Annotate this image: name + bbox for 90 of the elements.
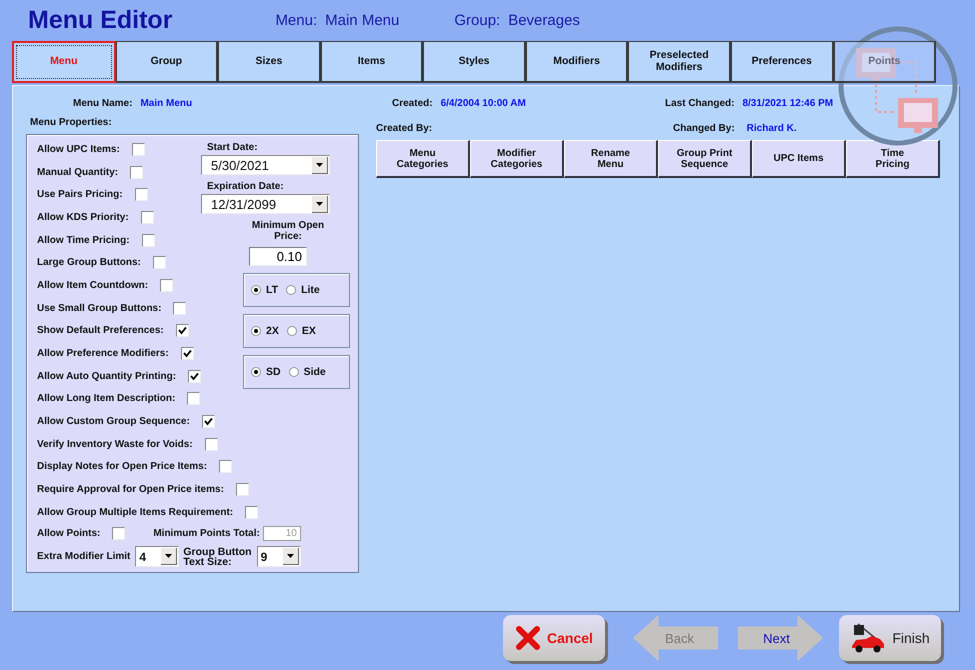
- price-field[interactable]: 0.10: [249, 247, 307, 266]
- radio-button[interactable]: 2X: [251, 325, 279, 337]
- option-label: Manual Quantity:: [37, 166, 118, 178]
- size-dropdown[interactable]: 9: [256, 546, 301, 568]
- checkbox[interactable]: [173, 302, 186, 315]
- checkbox[interactable]: [187, 392, 200, 406]
- action-button[interactable]: Modifier Categories: [470, 140, 564, 178]
- date-dropdown[interactable]: 12/31/2099: [201, 194, 330, 214]
- caret-icon: [316, 162, 323, 166]
- section-title: Menu Properties:: [30, 117, 113, 129]
- checkbox[interactable]: [160, 278, 174, 292]
- group-value: Beverages: [508, 12, 580, 29]
- limit-dropdown[interactable]: 4: [135, 546, 180, 568]
- option-label: Show Default Preferences:: [37, 325, 164, 336]
- field-value: 8/31/2021 12:46 PM: [742, 98, 834, 109]
- caret-icon: [316, 202, 323, 206]
- checkbox[interactable]: [188, 370, 202, 383]
- option-label: Allow Auto Quantity Printing:: [37, 370, 176, 382]
- field-label: Expiration Date:: [207, 181, 284, 192]
- finish-button[interactable]: Finish: [839, 615, 941, 661]
- field-label: Created:: [392, 98, 433, 109]
- option-label: Allow Group Multiple Items Requirement:: [37, 506, 234, 518]
- x-icon: [515, 626, 542, 650]
- action-button[interactable]: Menu Categories: [376, 140, 470, 178]
- caret-icon: [286, 554, 294, 558]
- option-label: Allow KDS Priority:: [37, 212, 129, 223]
- option-label: Display Notes for Open Price Items:: [37, 461, 208, 472]
- tab[interactable]: Group: [116, 41, 218, 83]
- tab[interactable]: Preferences: [730, 41, 834, 83]
- field-value: Richard K.: [746, 123, 797, 134]
- field-value: 6/4/2004 10:00 AM: [440, 98, 526, 109]
- checkbox[interactable]: [245, 506, 258, 519]
- checkbox[interactable]: [180, 347, 194, 360]
- option-label: Allow Item Countdown:: [37, 280, 148, 291]
- field-label: Group Button Text Size:: [183, 546, 252, 567]
- radio-button[interactable]: LT: [251, 284, 278, 296]
- checkbox[interactable]: [202, 415, 215, 428]
- option-label: Allow Preference Modifiers:: [37, 348, 169, 360]
- checkbox[interactable]: [132, 142, 145, 156]
- action-button[interactable]: Time Pricing: [846, 140, 940, 178]
- checkbox[interactable]: [176, 324, 189, 338]
- next-button[interactable]: Next: [738, 615, 823, 661]
- tab[interactable]: Preselected Modifiers: [628, 41, 731, 83]
- menu-label: Menu:: [275, 12, 318, 29]
- action-button[interactable]: UPC Items: [752, 140, 846, 178]
- option-label: Allow Long Item Description:: [37, 393, 176, 404]
- checkbox[interactable]: [204, 438, 218, 451]
- radio-button[interactable]: Side: [288, 366, 326, 378]
- option-label: Allow Custom Group Sequence:: [37, 416, 190, 428]
- field-label: Changed By:: [673, 123, 735, 134]
- checkbox[interactable]: [152, 256, 166, 270]
- option-label: Allow UPC Items:: [37, 144, 120, 155]
- race-car-icon: [850, 622, 886, 654]
- option-label: Large Group Buttons:: [37, 257, 141, 268]
- field-label: Last Changed:: [665, 98, 734, 109]
- option-label: Require Approval for Open Price items:: [37, 484, 224, 496]
- field-label: Start Date:: [207, 142, 258, 153]
- checkbox[interactable]: [134, 188, 148, 202]
- checkbox[interactable]: [142, 234, 155, 247]
- checkbox[interactable]: [112, 527, 126, 540]
- tab[interactable]: Sizes: [218, 41, 321, 83]
- date-dropdown[interactable]: 5/30/2021: [201, 155, 330, 175]
- tab[interactable]: Styles: [423, 41, 526, 83]
- option-label: Allow Time Pricing:: [37, 234, 130, 246]
- option-label: Verify Inventory Waste for Voids:: [37, 438, 193, 450]
- field-label: Created By:: [376, 123, 434, 134]
- radio-button[interactable]: SD: [251, 366, 281, 378]
- option-label: Allow Points:: [37, 528, 100, 540]
- field-value: Main Menu: [140, 98, 192, 109]
- checkbox[interactable]: [219, 460, 232, 474]
- menu-value: Main Menu: [325, 12, 400, 29]
- option-label: Use Pairs Pricing:: [37, 189, 123, 200]
- tab[interactable]: Modifiers: [526, 41, 628, 83]
- tab[interactable]: Items: [320, 41, 424, 83]
- radio-button[interactable]: EX: [286, 325, 316, 337]
- action-button[interactable]: Rename Menu: [564, 140, 658, 178]
- remote-connection-icon: [836, 24, 960, 148]
- field-label: Minimum Open Price:: [250, 220, 326, 242]
- caret-icon: [165, 554, 172, 558]
- checkbox[interactable]: [140, 210, 154, 224]
- field-label: Menu Name:: [73, 98, 132, 109]
- field-label: Minimum Points Total:: [153, 528, 260, 540]
- checkbox[interactable]: [130, 166, 144, 179]
- field-label: Extra Modifier Limit: [37, 551, 130, 562]
- radio-button[interactable]: Lite: [286, 284, 320, 296]
- option-label: Use Small Group Buttons:: [37, 302, 162, 314]
- group-label: Group:: [454, 12, 500, 29]
- checkbox[interactable]: [236, 483, 249, 496]
- window-title: Menu Editor: [28, 6, 172, 35]
- action-button[interactable]: Group Print Sequence: [658, 140, 752, 178]
